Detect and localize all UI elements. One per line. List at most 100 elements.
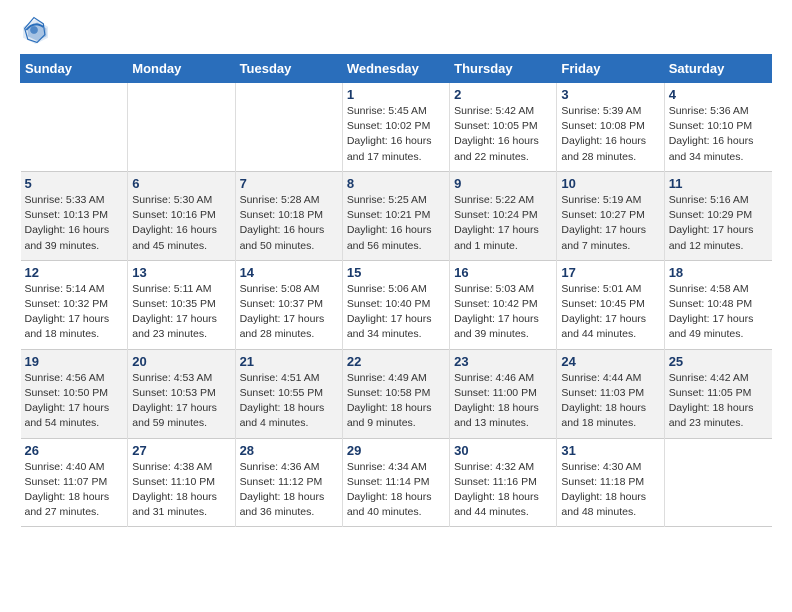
week-row-1: 1 Sunrise: 5:45 AM Sunset: 10:02 PM Dayli…: [21, 83, 772, 172]
day-info: Sunrise: 4:34 AM Sunset: 11:14 PM Daylig…: [347, 460, 445, 521]
day-number: 4: [669, 87, 768, 102]
day-info: Sunrise: 5:14 AM Sunset: 10:32 PM Daylig…: [25, 282, 124, 343]
calendar-cell: 15 Sunrise: 5:06 AM Sunset: 10:40 PM Dayl…: [342, 260, 449, 349]
day-info: Sunrise: 5:30 AM Sunset: 10:16 PM Daylig…: [132, 193, 230, 254]
day-number: 27: [132, 443, 230, 458]
calendar-cell: [21, 83, 128, 172]
calendar-cell: 18 Sunrise: 4:58 AM Sunset: 10:48 PM Dayl…: [664, 260, 771, 349]
calendar-cell: 27 Sunrise: 4:38 AM Sunset: 11:10 PM Dayl…: [128, 438, 235, 527]
day-info: Sunrise: 4:53 AM Sunset: 10:53 PM Daylig…: [132, 371, 230, 432]
day-info: Sunrise: 5:16 AM Sunset: 10:29 PM Daylig…: [669, 193, 768, 254]
day-info: Sunrise: 4:30 AM Sunset: 11:18 PM Daylig…: [561, 460, 659, 521]
calendar-cell: 4 Sunrise: 5:36 AM Sunset: 10:10 PM Dayli…: [664, 83, 771, 172]
day-info: Sunrise: 4:36 AM Sunset: 11:12 PM Daylig…: [240, 460, 338, 521]
day-number: 28: [240, 443, 338, 458]
day-number: 10: [561, 176, 659, 191]
calendar-table: SundayMondayTuesdayWednesdayThursdayFrid…: [20, 54, 772, 527]
header-day-wednesday: Wednesday: [342, 55, 449, 83]
day-info: Sunrise: 4:32 AM Sunset: 11:16 PM Daylig…: [454, 460, 552, 521]
calendar-cell: 3Sunrise: 5:39 AM Sunset: 10:08 PM Dayli…: [557, 83, 664, 172]
day-info: Sunrise: 4:49 AM Sunset: 10:58 PM Daylig…: [347, 371, 445, 432]
calendar-cell: [235, 83, 342, 172]
calendar-cell: [128, 83, 235, 172]
header-day-thursday: Thursday: [450, 55, 557, 83]
calendar-cell: 23Sunrise: 4:46 AM Sunset: 11:00 PM Dayl…: [450, 349, 557, 438]
day-number: 9: [454, 176, 552, 191]
header-day-friday: Friday: [557, 55, 664, 83]
calendar-cell: 5Sunrise: 5:33 AM Sunset: 10:13 PM Dayli…: [21, 171, 128, 260]
day-info: Sunrise: 4:46 AM Sunset: 11:00 PM Daylig…: [454, 371, 552, 432]
header-day-saturday: Saturday: [664, 55, 771, 83]
day-number: 14: [240, 265, 338, 280]
header-row: SundayMondayTuesdayWednesdayThursdayFrid…: [21, 55, 772, 83]
day-number: 30: [454, 443, 552, 458]
calendar-cell: 10 Sunrise: 5:19 AM Sunset: 10:27 PM Dayl…: [557, 171, 664, 260]
day-info: Sunrise: 4:56 AM Sunset: 10:50 PM Daylig…: [25, 371, 124, 432]
week-row-5: 26 Sunrise: 4:40 AM Sunset: 11:07 PM Dayl…: [21, 438, 772, 527]
day-info: Sunrise: 4:58 AM Sunset: 10:48 PM Daylig…: [669, 282, 768, 343]
header-day-tuesday: Tuesday: [235, 55, 342, 83]
calendar-cell: 13 Sunrise: 5:11 AM Sunset: 10:35 PM Dayl…: [128, 260, 235, 349]
calendar-cell: 30 Sunrise: 4:32 AM Sunset: 11:16 PM Dayl…: [450, 438, 557, 527]
day-info: Sunrise: 5:28 AM Sunset: 10:18 PM Daylig…: [240, 193, 338, 254]
day-number: 15: [347, 265, 445, 280]
calendar-cell: 12 Sunrise: 5:14 AM Sunset: 10:32 PM Dayl…: [21, 260, 128, 349]
calendar-cell: 20 Sunrise: 4:53 AM Sunset: 10:53 PM Dayl…: [128, 349, 235, 438]
calendar-cell: [664, 438, 771, 527]
day-number: 25: [669, 354, 768, 369]
week-row-4: 19 Sunrise: 4:56 AM Sunset: 10:50 PM Dayl…: [21, 349, 772, 438]
day-info: Sunrise: 4:38 AM Sunset: 11:10 PM Daylig…: [132, 460, 230, 521]
day-number: 5: [25, 176, 124, 191]
day-info: Sunrise: 5:45 AM Sunset: 10:02 PM Daylig…: [347, 104, 445, 165]
day-info: Sunrise: 5:36 AM Sunset: 10:10 PM Daylig…: [669, 104, 768, 165]
day-info: Sunrise: 4:44 AM Sunset: 11:03 PM Daylig…: [561, 371, 659, 432]
day-number: 29: [347, 443, 445, 458]
calendar-cell: 16 Sunrise: 5:03 AM Sunset: 10:42 PM Dayl…: [450, 260, 557, 349]
day-number: 20: [132, 354, 230, 369]
header-day-monday: Monday: [128, 55, 235, 83]
calendar-cell: 31 Sunrise: 4:30 AM Sunset: 11:18 PM Dayl…: [557, 438, 664, 527]
calendar-cell: 19 Sunrise: 4:56 AM Sunset: 10:50 PM Dayl…: [21, 349, 128, 438]
day-info: Sunrise: 4:40 AM Sunset: 11:07 PM Daylig…: [25, 460, 124, 521]
day-number: 13: [132, 265, 230, 280]
day-number: 7: [240, 176, 338, 191]
day-number: 8: [347, 176, 445, 191]
day-info: Sunrise: 5:03 AM Sunset: 10:42 PM Daylig…: [454, 282, 552, 343]
day-number: 22: [347, 354, 445, 369]
day-number: 21: [240, 354, 338, 369]
calendar-cell: 2 Sunrise: 5:42 AM Sunset: 10:05 PM Dayli…: [450, 83, 557, 172]
day-number: 18: [669, 265, 768, 280]
calendar-cell: 29 Sunrise: 4:34 AM Sunset: 11:14 PM Dayl…: [342, 438, 449, 527]
day-info: Sunrise: 4:51 AM Sunset: 10:55 PM Daylig…: [240, 371, 338, 432]
day-number: 2: [454, 87, 552, 102]
calendar-cell: 26 Sunrise: 4:40 AM Sunset: 11:07 PM Dayl…: [21, 438, 128, 527]
day-info: Sunrise: 5:42 AM Sunset: 10:05 PM Daylig…: [454, 104, 552, 165]
calendar-cell: 24 Sunrise: 4:44 AM Sunset: 11:03 PM Dayl…: [557, 349, 664, 438]
day-number: 11: [669, 176, 768, 191]
day-number: 3: [561, 87, 659, 102]
calendar-cell: 9 Sunrise: 5:22 AM Sunset: 10:24 PM Dayli…: [450, 171, 557, 260]
day-number: 12: [25, 265, 124, 280]
calendar-cell: 7 Sunrise: 5:28 AM Sunset: 10:18 PM Dayli…: [235, 171, 342, 260]
week-row-2: 5Sunrise: 5:33 AM Sunset: 10:13 PM Dayli…: [21, 171, 772, 260]
day-number: 1: [347, 87, 445, 102]
day-number: 31: [561, 443, 659, 458]
day-number: 26: [25, 443, 124, 458]
day-info: Sunrise: 5:11 AM Sunset: 10:35 PM Daylig…: [132, 282, 230, 343]
calendar-cell: 21 Sunrise: 4:51 AM Sunset: 10:55 PM Dayl…: [235, 349, 342, 438]
calendar-cell: 11 Sunrise: 5:16 AM Sunset: 10:29 PM Dayl…: [664, 171, 771, 260]
calendar-cell: 28 Sunrise: 4:36 AM Sunset: 11:12 PM Dayl…: [235, 438, 342, 527]
calendar-cell: 14Sunrise: 5:08 AM Sunset: 10:37 PM Dayl…: [235, 260, 342, 349]
day-number: 16: [454, 265, 552, 280]
day-number: 24: [561, 354, 659, 369]
calendar-cell: 25Sunrise: 4:42 AM Sunset: 11:05 PM Dayl…: [664, 349, 771, 438]
header-day-sunday: Sunday: [21, 55, 128, 83]
day-number: 19: [25, 354, 124, 369]
day-info: Sunrise: 5:19 AM Sunset: 10:27 PM Daylig…: [561, 193, 659, 254]
day-info: Sunrise: 5:22 AM Sunset: 10:24 PM Daylig…: [454, 193, 552, 254]
day-info: Sunrise: 5:06 AM Sunset: 10:40 PM Daylig…: [347, 282, 445, 343]
calendar-cell: 8Sunrise: 5:25 AM Sunset: 10:21 PM Dayli…: [342, 171, 449, 260]
day-number: 17: [561, 265, 659, 280]
calendar-cell: 6Sunrise: 5:30 AM Sunset: 10:16 PM Dayli…: [128, 171, 235, 260]
week-row-3: 12 Sunrise: 5:14 AM Sunset: 10:32 PM Dayl…: [21, 260, 772, 349]
